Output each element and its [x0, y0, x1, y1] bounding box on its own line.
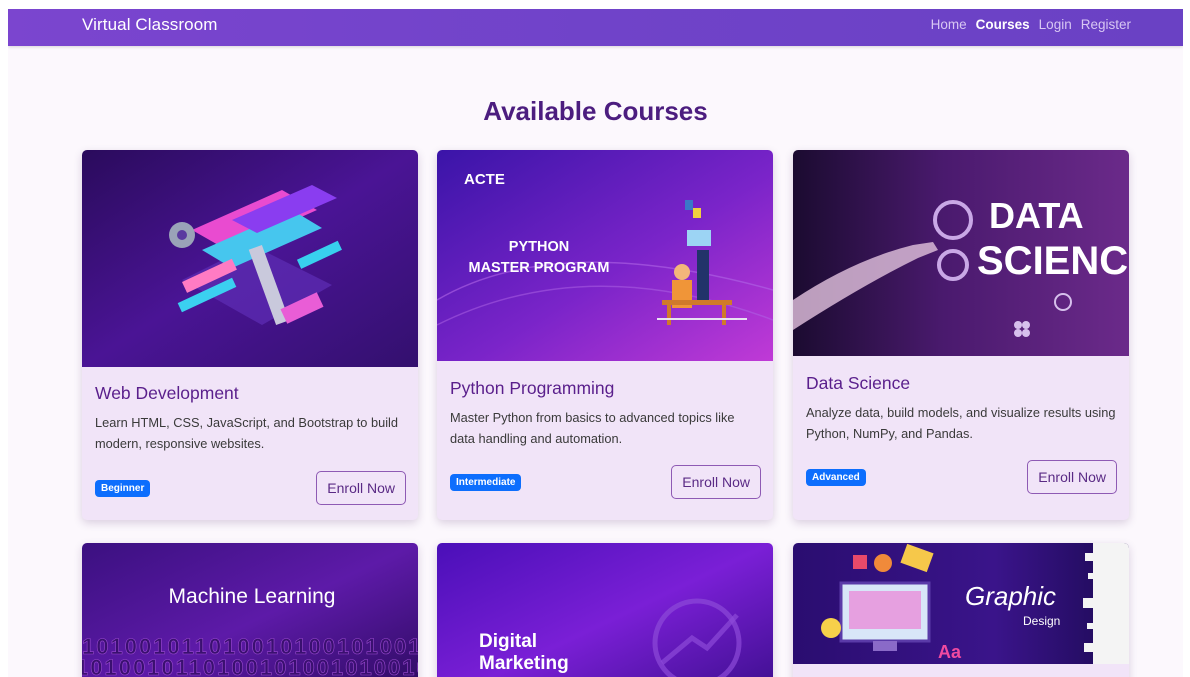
course-image: Digital Marketing	[437, 543, 773, 677]
course-title: Data Science	[806, 373, 911, 393]
image-line1-text: Digital	[479, 631, 537, 652]
course-description: Analyze data, build models, and visualiz…	[806, 405, 1116, 441]
navbar: Virtual Classroom Home Courses Login Reg…	[8, 9, 1183, 46]
image-binary-text: 10100101101001010010100101	[82, 655, 418, 677]
image-line1-text: Machine Learning	[169, 585, 336, 608]
level-badge: Intermediate	[450, 474, 522, 491]
course-card-python-programming: ACTE PYTHON MASTER PROGRAM Python Progra…	[437, 150, 773, 520]
course-description: Master Python from basics to advanced to…	[450, 410, 735, 446]
level-badge: Advanced	[806, 469, 866, 486]
image-line1-text: DATA	[989, 195, 1084, 236]
course-image: ACTE PYTHON MASTER PROGRAM	[437, 150, 773, 361]
course-description: Learn HTML, CSS, JavaScript, and Bootstr…	[95, 415, 399, 451]
course-card-data-science: DATA SCIENCE Data Science Analyze data, …	[793, 150, 1129, 520]
course-image: DATA SCIENCE	[793, 150, 1129, 356]
page: Virtual Classroom Home Courses Login Reg…	[8, 9, 1183, 677]
image-line1-text: PYTHON	[509, 239, 569, 255]
nav-link-register[interactable]: Register	[1081, 17, 1131, 32]
brand-link[interactable]: Virtual Classroom	[82, 15, 218, 35]
nav-links: Home Courses Login Register	[931, 17, 1131, 32]
course-card-web-development: Web Development Learn HTML, CSS, JavaScr…	[82, 150, 418, 520]
course-image: Aa Graphic Design	[793, 543, 1129, 664]
course-card-machine-learning: Machine Learning 10100101101001010010100…	[82, 543, 418, 677]
nav-link-login[interactable]: Login	[1039, 17, 1072, 32]
course-image	[82, 150, 418, 367]
course-title: Python Programming	[450, 378, 615, 398]
nav-link-courses[interactable]: Courses	[976, 17, 1030, 32]
image-glyph-text: Aa	[938, 642, 962, 662]
image-line2-text: Design	[1023, 614, 1060, 628]
course-card-graphic-design: Aa Graphic Design	[793, 543, 1129, 677]
course-image: Machine Learning 10100101101001010010100…	[82, 543, 418, 677]
course-title: Web Development	[95, 383, 239, 403]
enroll-button[interactable]: Enroll Now	[671, 465, 761, 499]
nav-link-home[interactable]: Home	[931, 17, 967, 32]
image-line1-text: Graphic	[965, 581, 1056, 611]
enroll-button[interactable]: Enroll Now	[1027, 460, 1117, 494]
level-badge: Beginner	[95, 480, 151, 497]
image-line2-text: MASTER PROGRAM	[469, 260, 610, 276]
page-title: Available Courses	[483, 96, 708, 126]
enroll-button[interactable]: Enroll Now	[316, 471, 406, 505]
image-brand-text: ACTE	[464, 171, 505, 188]
image-line2-text: SCIENCE	[977, 239, 1129, 283]
course-card-digital-marketing: Digital Marketing	[437, 543, 773, 677]
image-line2-text: Marketing	[479, 653, 569, 674]
